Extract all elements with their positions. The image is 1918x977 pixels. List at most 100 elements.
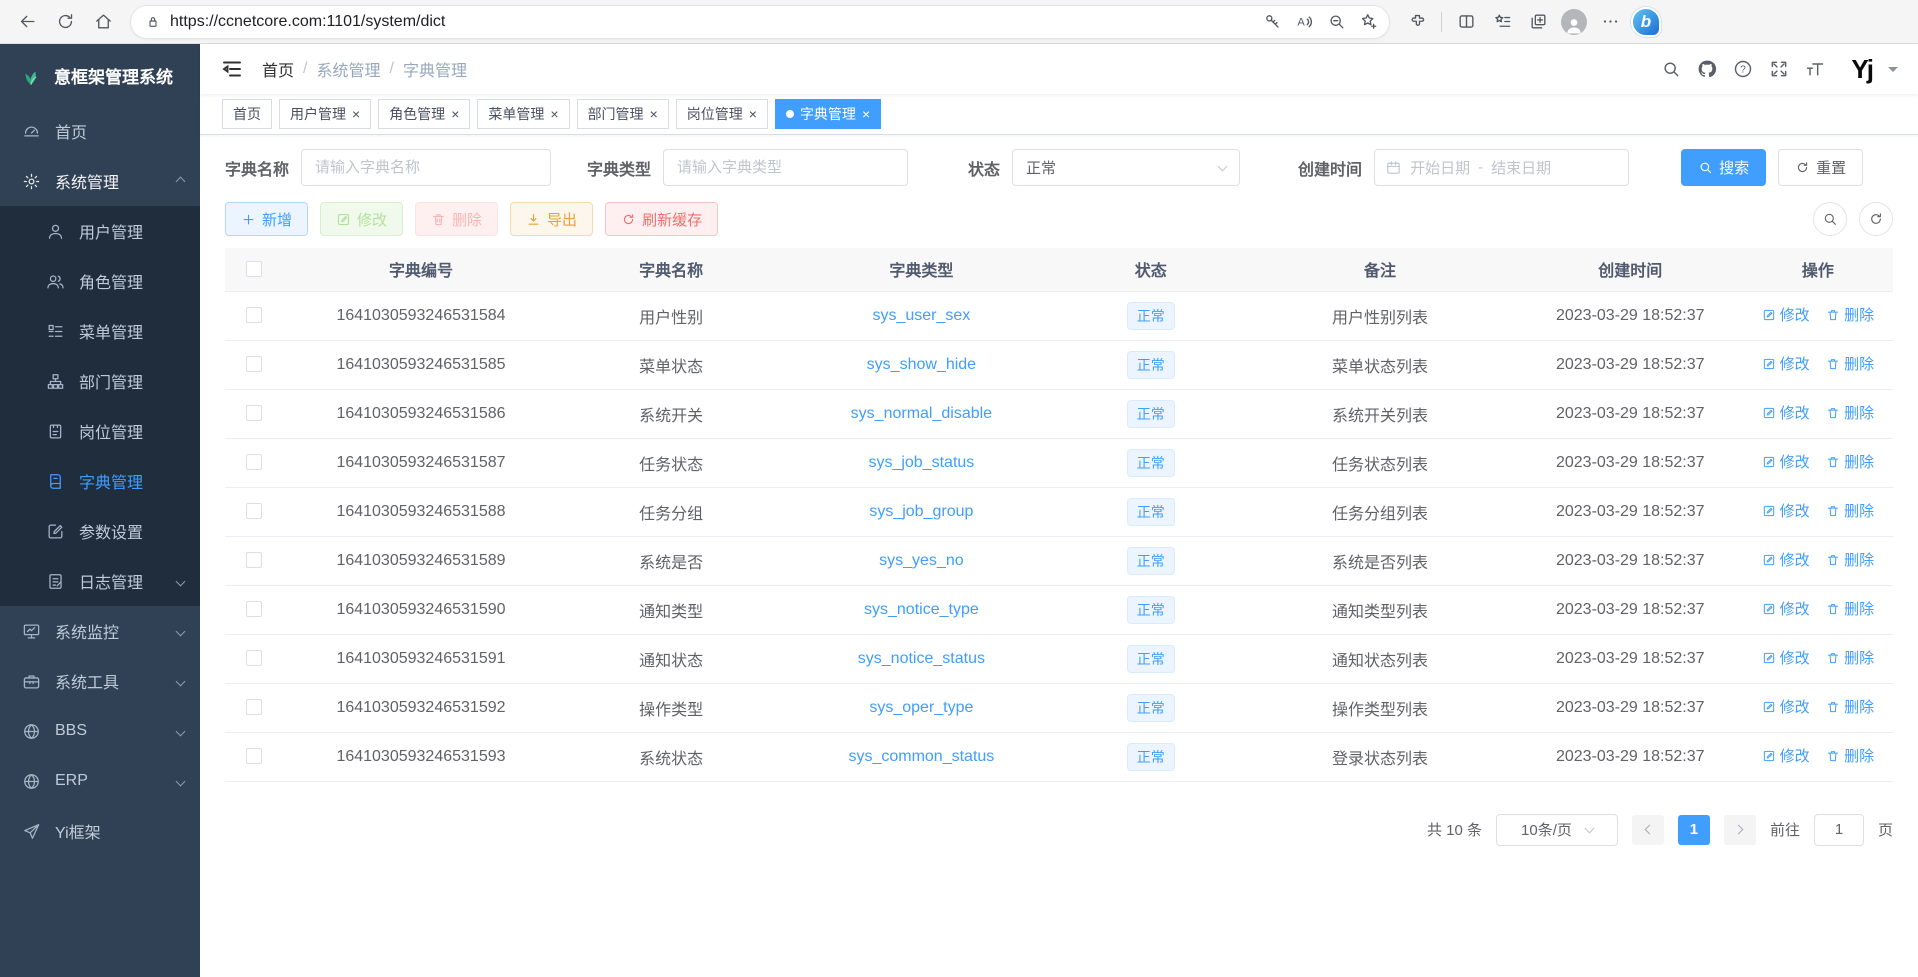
current-page[interactable]: 1 bbox=[1678, 815, 1710, 845]
sidebar-item-erp[interactable]: ERP bbox=[0, 756, 200, 806]
tab-home[interactable]: 首页 bbox=[222, 99, 272, 129]
favorites-bar-button[interactable] bbox=[1485, 5, 1519, 39]
sidebar-item-dict-admin[interactable]: 字典管理 bbox=[0, 456, 200, 506]
edit-button[interactable]: 修改 bbox=[320, 202, 403, 236]
row-edit-button[interactable]: 修改 bbox=[1762, 745, 1810, 766]
row-checkbox[interactable] bbox=[246, 356, 262, 372]
tab-post-admin[interactable]: 岗位管理× bbox=[676, 99, 768, 129]
close-icon[interactable]: × bbox=[451, 107, 459, 121]
row-delete-button[interactable]: 删除 bbox=[1826, 696, 1874, 717]
dict-type-link[interactable]: sys_job_status bbox=[868, 454, 974, 471]
next-page-button[interactable] bbox=[1724, 815, 1756, 845]
font-size-icon[interactable] bbox=[1805, 59, 1825, 79]
zoom-out-button[interactable] bbox=[1321, 7, 1351, 37]
github-icon[interactable] bbox=[1697, 59, 1717, 79]
row-edit-button[interactable]: 修改 bbox=[1762, 647, 1810, 668]
collapse-sidebar-icon[interactable] bbox=[220, 57, 244, 81]
row-delete-button[interactable]: 删除 bbox=[1826, 304, 1874, 325]
row-checkbox[interactable] bbox=[246, 699, 262, 715]
tab-user-admin[interactable]: 用户管理× bbox=[279, 99, 371, 129]
goto-page-input[interactable] bbox=[1814, 814, 1864, 846]
row-delete-button[interactable]: 删除 bbox=[1826, 647, 1874, 668]
dict-type-link[interactable]: sys_notice_status bbox=[858, 650, 985, 667]
dict-type-link[interactable]: sys_job_group bbox=[869, 503, 973, 520]
collections-button[interactable] bbox=[1521, 5, 1555, 39]
tab-dict-admin[interactable]: 字典管理× bbox=[775, 99, 881, 129]
toggle-search-button[interactable] bbox=[1813, 202, 1847, 236]
sidebar-item-param-settings[interactable]: 参数设置 bbox=[0, 506, 200, 556]
sidebar-item-role-admin[interactable]: 角色管理 bbox=[0, 256, 200, 306]
yj-logo[interactable]: Yj bbox=[1851, 56, 1872, 82]
fullscreen-icon[interactable] bbox=[1769, 59, 1789, 79]
sidebar-item-dept-admin[interactable]: 部门管理 bbox=[0, 356, 200, 406]
select-all-checkbox[interactable] bbox=[246, 261, 262, 277]
row-delete-button[interactable]: 删除 bbox=[1826, 549, 1874, 570]
refresh-table-button[interactable] bbox=[1859, 202, 1893, 236]
search-icon[interactable] bbox=[1661, 59, 1681, 79]
dict-type-link[interactable]: sys_oper_type bbox=[869, 699, 973, 716]
row-edit-button[interactable]: 修改 bbox=[1762, 696, 1810, 717]
password-button[interactable] bbox=[1257, 7, 1287, 37]
tab-dept-admin[interactable]: 部门管理× bbox=[577, 99, 669, 129]
sidebar-item-log-admin[interactable]: 日志管理 bbox=[0, 556, 200, 606]
tab-menu-admin[interactable]: 菜单管理× bbox=[477, 99, 569, 129]
dict-type-input[interactable] bbox=[663, 149, 908, 186]
close-icon[interactable]: × bbox=[650, 107, 658, 121]
row-delete-button[interactable]: 删除 bbox=[1826, 745, 1874, 766]
sidebar-item-post-admin[interactable]: 岗位管理 bbox=[0, 406, 200, 456]
row-delete-button[interactable]: 删除 bbox=[1826, 598, 1874, 619]
export-button[interactable]: 导出 bbox=[510, 202, 593, 236]
sidebar-item-system-admin[interactable]: 系统管理 bbox=[0, 156, 200, 206]
dict-type-link[interactable]: sys_normal_disable bbox=[851, 405, 992, 422]
row-checkbox[interactable] bbox=[246, 748, 262, 764]
row-checkbox[interactable] bbox=[246, 307, 262, 323]
row-delete-button[interactable]: 删除 bbox=[1826, 402, 1874, 423]
dict-type-link[interactable]: sys_common_status bbox=[848, 748, 994, 765]
row-edit-button[interactable]: 修改 bbox=[1762, 402, 1810, 423]
close-icon[interactable]: × bbox=[862, 107, 870, 121]
date-range-picker[interactable]: 开始日期 - 结束日期 bbox=[1374, 149, 1629, 186]
add-favorite-button[interactable] bbox=[1353, 7, 1383, 37]
browser-menu-button[interactable] bbox=[1593, 5, 1627, 39]
app-logo[interactable]: 意框架管理系统 bbox=[0, 44, 200, 106]
row-delete-button[interactable]: 删除 bbox=[1826, 353, 1874, 374]
sidebar-item-bbs[interactable]: BBS bbox=[0, 706, 200, 756]
profile-button[interactable] bbox=[1557, 5, 1591, 39]
row-edit-button[interactable]: 修改 bbox=[1762, 598, 1810, 619]
help-icon[interactable]: ? bbox=[1733, 59, 1753, 79]
row-checkbox[interactable] bbox=[246, 503, 262, 519]
date-start-placeholder[interactable]: 开始日期 bbox=[1410, 157, 1470, 178]
row-edit-button[interactable]: 修改 bbox=[1762, 353, 1810, 374]
dict-type-link[interactable]: sys_show_hide bbox=[867, 356, 976, 373]
address-bar[interactable]: https://ccnetcore.com:1101/system/dict A bbox=[130, 5, 1390, 39]
add-button[interactable]: 新增 bbox=[225, 202, 308, 236]
browser-refresh-button[interactable] bbox=[48, 5, 82, 39]
browser-home-button[interactable] bbox=[86, 5, 120, 39]
row-checkbox[interactable] bbox=[246, 552, 262, 568]
status-select[interactable]: 正常 bbox=[1012, 149, 1240, 186]
row-edit-button[interactable]: 修改 bbox=[1762, 549, 1810, 570]
row-checkbox[interactable] bbox=[246, 650, 262, 666]
sidebar-item-home[interactable]: 首页 bbox=[0, 106, 200, 156]
row-checkbox[interactable] bbox=[246, 601, 262, 617]
row-checkbox[interactable] bbox=[246, 405, 262, 421]
extensions-button[interactable] bbox=[1400, 5, 1434, 39]
close-icon[interactable]: × bbox=[749, 107, 757, 121]
read-aloud-button[interactable]: A bbox=[1289, 7, 1319, 37]
dict-type-link[interactable]: sys_yes_no bbox=[879, 552, 964, 569]
sidebar-item-system-tools[interactable]: 系统工具 bbox=[0, 656, 200, 706]
url-text[interactable]: https://ccnetcore.com:1101/system/dict bbox=[170, 13, 1257, 31]
delete-button[interactable]: 删除 bbox=[415, 202, 498, 236]
row-delete-button[interactable]: 删除 bbox=[1826, 451, 1874, 472]
close-icon[interactable]: × bbox=[352, 107, 360, 121]
date-end-placeholder[interactable]: 结束日期 bbox=[1491, 157, 1551, 178]
browser-back-button[interactable] bbox=[10, 5, 44, 39]
dict-type-link[interactable]: sys_notice_type bbox=[864, 601, 979, 618]
dict-type-link[interactable]: sys_user_sex bbox=[872, 307, 970, 324]
reset-button[interactable]: 重置 bbox=[1778, 149, 1863, 186]
close-icon[interactable]: × bbox=[550, 107, 558, 121]
sidebar-item-system-monitor[interactable]: 系统监控 bbox=[0, 606, 200, 656]
row-checkbox[interactable] bbox=[246, 454, 262, 470]
prev-page-button[interactable] bbox=[1632, 815, 1664, 845]
sidebar-item-user-admin[interactable]: 用户管理 bbox=[0, 206, 200, 256]
